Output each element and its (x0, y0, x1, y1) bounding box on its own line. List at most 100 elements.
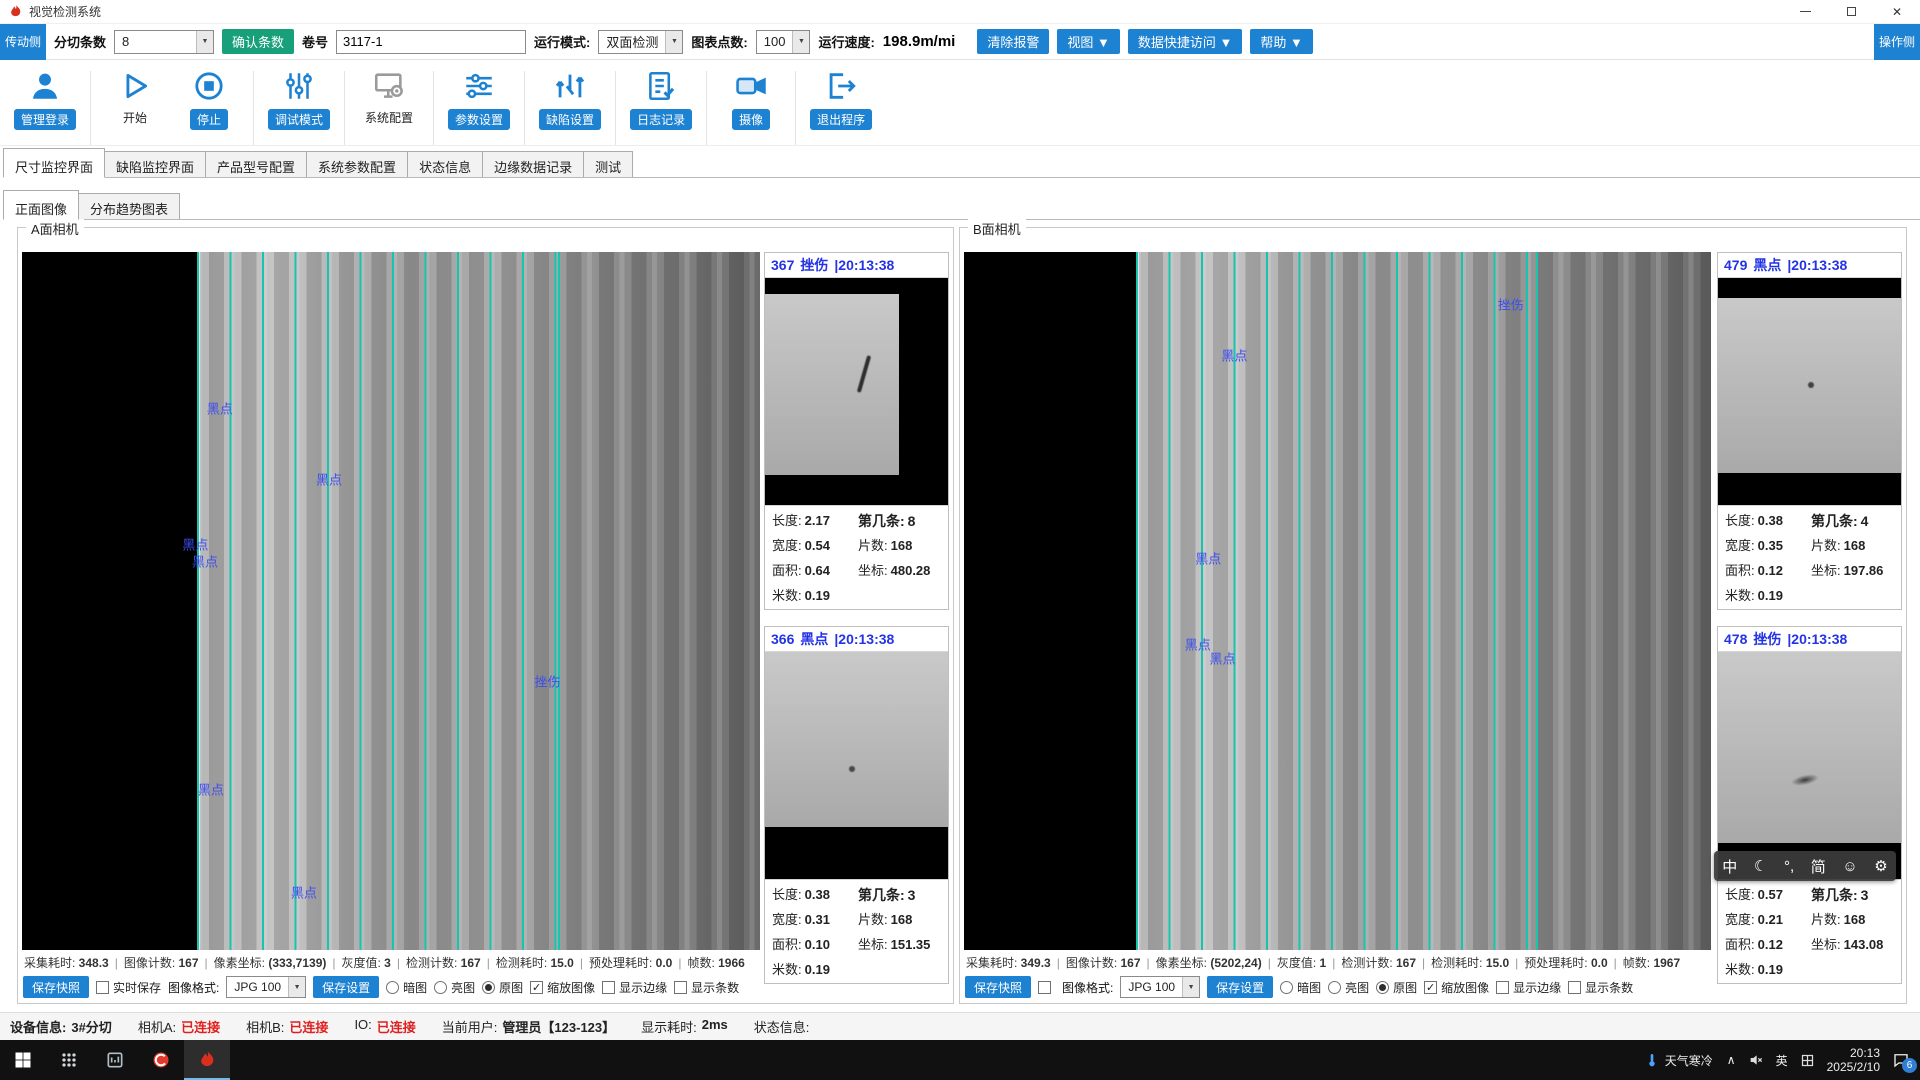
admin-login-button[interactable]: 管理登录 (14, 69, 76, 130)
image-format-select[interactable]: JPG 100 (226, 976, 306, 998)
tab-edge-data-record[interactable]: 边缘数据记录 (482, 151, 584, 177)
run-mode-select[interactable]: 双面检测 (598, 30, 683, 54)
dark-image-radio[interactable]: 暗图 (1280, 979, 1321, 996)
defect-card[interactable]: 479 黑点 |20:13:38 长度:0.38 第几条:4 宽度:0.35 片… (1717, 252, 1902, 610)
radio-label: 暗图 (403, 979, 427, 996)
capture-button[interactable]: 摄像 (721, 69, 781, 130)
defect-id: 479 (1724, 257, 1747, 273)
realtime-save-checkbox[interactable]: 实时保存 (96, 979, 161, 996)
stat-item: 帧数: 1967 (1623, 956, 1680, 970)
thermometer-icon (1644, 1052, 1660, 1068)
ime-settings-icon[interactable]: ⚙ (1874, 857, 1887, 875)
chart-points-select[interactable]: 100 (756, 30, 811, 54)
show-edge-checkbox[interactable]: 显示边缘 (1496, 979, 1561, 996)
stat-area: 面积:0.10 (772, 936, 858, 954)
vision-app-button[interactable] (184, 1040, 230, 1080)
close-icon (1892, 5, 1902, 19)
radio-icon (386, 981, 399, 994)
radio-label: 亮图 (451, 979, 475, 996)
slice-count-select[interactable]: 8 (114, 30, 214, 54)
save-snapshot-button[interactable]: 保存快照 (965, 976, 1031, 998)
maximize-button[interactable] (1828, 0, 1874, 23)
start-button[interactable] (0, 1040, 46, 1080)
confirm-strip-count-button[interactable]: 确认条数 (222, 29, 294, 54)
stat-area: 面积:0.12 (1725, 562, 1811, 580)
defect-list-a: 367 挫伤 |20:13:38 长度:2.17 第几条:8 宽度:0.54 片… (764, 252, 949, 995)
weather-widget[interactable]: 天气寒冷 (1644, 1052, 1713, 1069)
ime-emoji-icon[interactable]: ☺ (1842, 858, 1857, 875)
stat-item: 检测耗时: 15.0 (496, 956, 574, 970)
original-image-radio[interactable]: 原图 (482, 979, 523, 996)
app-icon (105, 1050, 125, 1070)
drive-side-button[interactable]: 传动侧 (0, 24, 46, 60)
dark-image-radio[interactable]: 暗图 (386, 979, 427, 996)
bright-image-radio[interactable]: 亮图 (1328, 979, 1369, 996)
notification-center-button[interactable]: 6 (1892, 1051, 1910, 1069)
debug-mode-button[interactable]: 调试模式 (268, 69, 330, 130)
help-menu-button[interactable]: 帮助 ▼ (1250, 29, 1312, 54)
ime-simplified-icon[interactable]: 简 (1811, 856, 1826, 877)
tab-test[interactable]: 测试 (583, 151, 633, 177)
defect-card[interactable]: 367 挫伤 |20:13:38 长度:2.17 第几条:8 宽度:0.54 片… (764, 252, 949, 610)
defect-card[interactable]: 478 挫伤 |20:13:38 长度:0.57 第几条:3 宽度:0.21 片… (1717, 626, 1902, 984)
save-snapshot-button[interactable]: 保存快照 (23, 976, 89, 998)
subtab-front-image[interactable]: 正面图像 (3, 190, 79, 220)
clear-alarm-button[interactable]: 清除报警 (977, 29, 1049, 54)
defect-card-header: 367 挫伤 |20:13:38 (765, 253, 948, 277)
params-settings-button[interactable]: 参数设置 (448, 69, 510, 130)
stat-item: 图像计数: 167 (124, 956, 199, 970)
ime-punctuation-icon[interactable]: °, (1784, 858, 1794, 875)
ime-fullwidth-icon[interactable]: ☾ (1754, 857, 1767, 875)
system-config-button[interactable]: 系统配置 (359, 69, 419, 126)
close-button[interactable] (1874, 0, 1920, 23)
image-format-select[interactable]: JPG 100 (1120, 976, 1200, 998)
original-image-radio[interactable]: 原图 (1376, 979, 1417, 996)
show-strips-checkbox[interactable]: 显示条数 (674, 979, 739, 996)
task-view-button[interactable] (46, 1040, 92, 1080)
pinned-app-button[interactable] (92, 1040, 138, 1080)
defect-list-b: 479 黑点 |20:13:38 长度:0.38 第几条:4 宽度:0.35 片… (1717, 252, 1902, 995)
taskbar-clock[interactable]: 20:13 2025/2/10 (1827, 1046, 1880, 1074)
zoom-image-checkbox[interactable]: 缩放图像 (530, 979, 595, 996)
defect-settings-button[interactable]: 缺陷设置 (539, 69, 601, 130)
ime-keyboard-icon[interactable] (1800, 1053, 1815, 1068)
roll-number-input[interactable] (336, 30, 526, 54)
pinned-browser-button[interactable] (138, 1040, 184, 1080)
ime-language-indicator[interactable]: 英 (1776, 1052, 1788, 1069)
operate-side-button[interactable]: 操作侧 (1874, 24, 1920, 60)
show-strips-checkbox[interactable]: 显示条数 (1568, 979, 1633, 996)
ime-mode-indicator[interactable]: 中 (1722, 856, 1737, 877)
minimize-icon (1800, 11, 1811, 12)
stop-button[interactable]: 停止 (179, 69, 239, 130)
zoom-image-checkbox[interactable]: 缩放图像 (1424, 979, 1489, 996)
subtab-trend-chart[interactable]: 分布趋势图表 (78, 193, 180, 219)
tab-size-monitor[interactable]: 尺寸监控界面 (3, 148, 105, 178)
defect-time: |20:13:38 (1787, 631, 1847, 647)
tab-status-info[interactable]: 状态信息 (407, 151, 483, 177)
defect-overlay-label: 挫伤 (1498, 294, 1524, 313)
current-user-value: 管理员【123-123】 (502, 1017, 615, 1036)
defect-thumbnail (1718, 651, 1901, 880)
save-settings-button[interactable]: 保存设置 (1207, 976, 1273, 998)
defect-overlay-label: 挫伤 (534, 672, 560, 691)
dropdown-arrow-icon (665, 31, 682, 53)
minimize-button[interactable] (1782, 0, 1828, 23)
view-menu-button[interactable]: 视图 ▼ (1057, 29, 1119, 54)
tab-defect-monitor[interactable]: 缺陷监控界面 (104, 151, 206, 177)
bright-image-radio[interactable]: 亮图 (434, 979, 475, 996)
checkbox-label: 显示条数 (691, 979, 739, 996)
log-record-button[interactable]: 日志记录 (630, 69, 692, 130)
tab-system-params-config[interactable]: 系统参数配置 (306, 151, 408, 177)
tray-expand-icon[interactable]: ∧ (1727, 1053, 1736, 1067)
checkbox-icon (96, 981, 109, 994)
volume-muted-icon[interactable] (1748, 1052, 1764, 1068)
tab-product-model-config[interactable]: 产品型号配置 (205, 151, 307, 177)
dropdown-arrow-icon (196, 31, 213, 53)
show-edge-checkbox[interactable]: 显示边缘 (602, 979, 667, 996)
data-quick-access-menu-button[interactable]: 数据快捷访问 ▼ (1128, 29, 1242, 54)
start-button[interactable]: 开始 (105, 69, 165, 126)
defect-card[interactable]: 366 黑点 |20:13:38 长度:0.38 第几条:3 宽度:0.31 片… (764, 626, 949, 984)
realtime-save-checkbox[interactable] (1038, 981, 1055, 994)
exit-program-button[interactable]: 退出程序 (810, 69, 872, 130)
save-settings-button[interactable]: 保存设置 (313, 976, 379, 998)
